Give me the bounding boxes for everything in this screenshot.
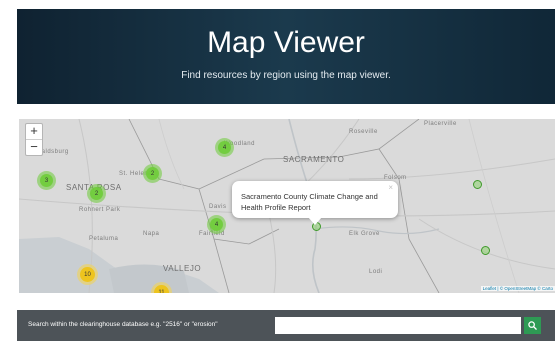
page-subtitle: Find resources by region using the map v… [181, 70, 391, 81]
search-label: Search within the clearinghouse database… [28, 321, 218, 328]
search-bar: Search within the clearinghouse database… [17, 310, 555, 341]
map-label-sacramento: SACRAMENTO [283, 155, 345, 164]
popup-resource-title[interactable]: Sacramento County Climate Change and Hea… [241, 191, 391, 213]
search-button[interactable] [524, 317, 541, 334]
map-label-davis: Davis [209, 204, 227, 210]
map-label-napa: Napa [143, 231, 160, 237]
zoom-out-button[interactable]: − [26, 140, 42, 155]
map-label-vallejo: VALLEJO [163, 264, 202, 273]
search-icon [528, 321, 537, 330]
marker-cluster[interactable]: 3 [37, 171, 56, 190]
marker-cluster[interactable]: 10 [77, 264, 98, 285]
cluster-count: 2 [90, 187, 103, 200]
marker-cluster[interactable]: 4 [215, 138, 234, 157]
map-label-roseville: Roseville [349, 129, 378, 135]
map-attribution[interactable]: Leaflet | © OpenStreetMap © Carto [480, 286, 555, 291]
cluster-count: 4 [218, 141, 231, 154]
map-label-elk-grove: Elk Grove [349, 231, 380, 237]
search-input[interactable] [275, 317, 521, 334]
map-label-lodi: Lodi [369, 269, 383, 275]
map-label-placerville: Placerville [424, 121, 457, 127]
cluster-count: 3 [40, 174, 53, 187]
popup-tip [308, 217, 322, 225]
hero-banner: Map Viewer Find resources by region usin… [17, 9, 555, 104]
map-popup: × Sacramento County Climate Change and H… [232, 181, 398, 225]
cluster-count: 10 [80, 267, 95, 282]
map-marker[interactable] [481, 246, 490, 255]
cluster-count: 2 [146, 167, 159, 180]
cluster-count: 4 [210, 218, 223, 231]
marker-cluster[interactable]: 4 [207, 215, 226, 234]
marker-cluster[interactable]: 2 [143, 164, 162, 183]
map-marker[interactable] [473, 180, 482, 189]
zoom-in-button[interactable]: + [26, 124, 42, 139]
zoom-control: + − [25, 123, 43, 156]
map-label-petaluma: Petaluma [89, 236, 119, 242]
page-title: Map Viewer [207, 26, 365, 59]
map-viewer[interactable]: SACRAMENTO SANTA ROSA VALLEJO Placervill… [19, 119, 555, 293]
marker-cluster[interactable]: 2 [87, 184, 106, 203]
cluster-count: 11 [154, 285, 169, 293]
map-label-rohnert-park: Rohnert Park [79, 207, 121, 213]
